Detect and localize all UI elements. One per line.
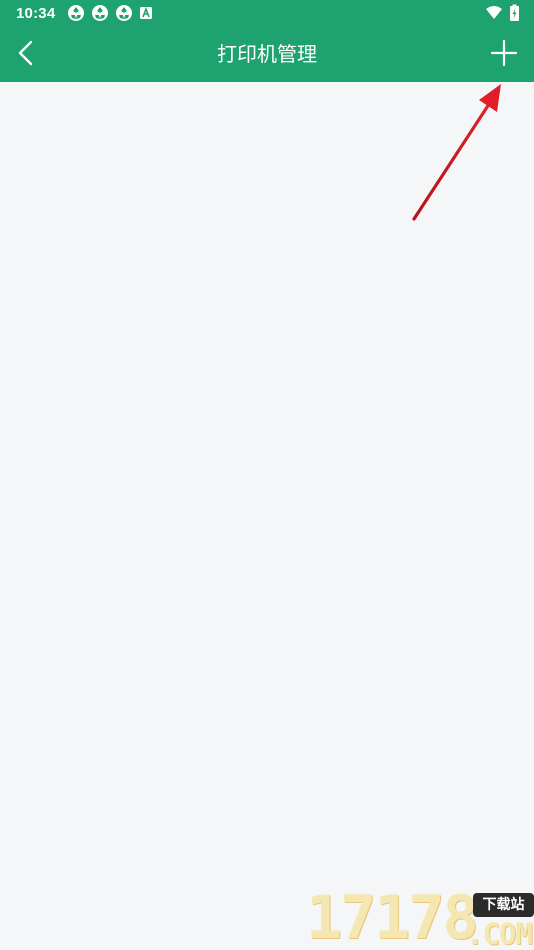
app-notification-icon [67,4,85,27]
system-icons [485,4,520,27]
page-title: 打印机管理 [217,44,317,66]
watermark-logo: 17178 下载站 .COM [306,887,534,950]
app-notification-icon [91,4,109,27]
app-notification-icon [115,4,133,27]
watermark-number: 17178 [306,883,479,950]
watermark-domain: .COM [466,917,533,950]
status-time: 10:34 [16,5,56,22]
notification-icons [67,4,153,27]
plus-icon [490,39,518,71]
screen: 10:34 打印机管理 17178 下载站 .COM [0,0,534,950]
app-bar: 打印机管理 [0,28,534,82]
status-bar: 10:34 [0,0,534,28]
add-printer-button[interactable] [488,39,520,71]
wifi-icon [485,5,503,26]
battery-charging-icon [509,4,520,27]
watermark-badge: 下载站 [473,893,534,917]
a-badge-icon [139,6,153,25]
printer-list-area [0,82,534,950]
